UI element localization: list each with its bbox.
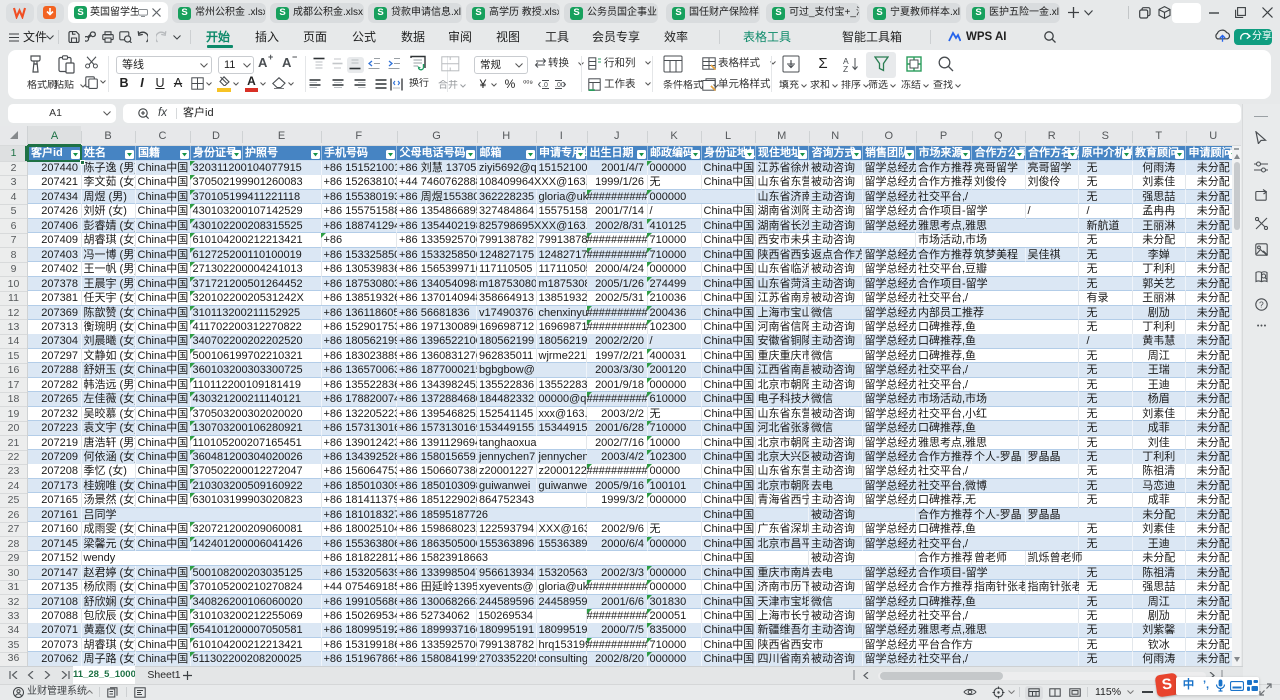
svg-text:?: ? [1259,300,1264,310]
svg-text:Z: Z [843,64,848,72]
svg-text:.0: .0 [542,82,548,89]
svg-text:.00: .00 [555,82,565,89]
